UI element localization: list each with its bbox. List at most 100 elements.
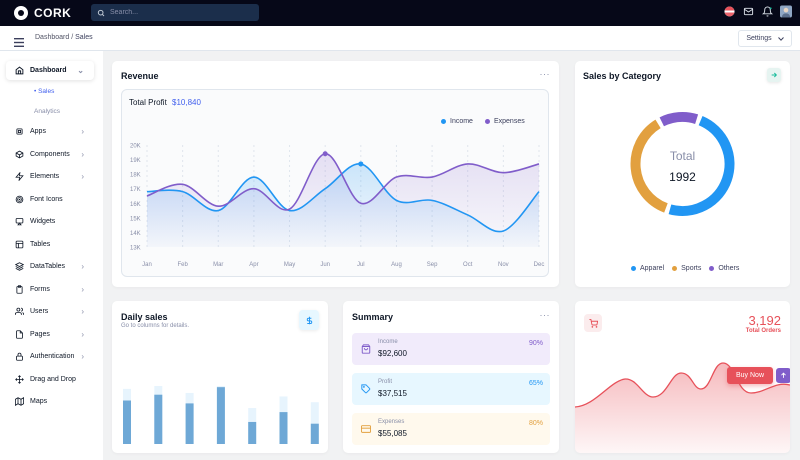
bar[interactable]	[123, 400, 131, 445]
daily-sales-card: Daily sales Go to columns for details.	[112, 301, 328, 453]
summary-value: $37,515	[378, 389, 407, 398]
y-tick-label: 13K	[130, 246, 141, 252]
search-input[interactable]	[110, 9, 250, 16]
x-tick-label: Oct	[463, 262, 473, 268]
x-tick-label: Feb	[177, 262, 188, 268]
sidebar-item-label: Components	[30, 150, 70, 158]
sidebar-item-forms[interactable]: Forms ›	[6, 280, 94, 299]
bar[interactable]	[279, 412, 288, 444]
chevron-right-icon: ›	[81, 172, 84, 181]
bar[interactable]	[185, 403, 194, 444]
chevron-right-icon: ›	[81, 262, 84, 271]
sidebar-item-label: Tables	[30, 240, 51, 248]
x-tick-label: Mar	[213, 262, 223, 268]
bar[interactable]	[216, 387, 225, 444]
chevron-right-icon: ›	[81, 352, 84, 361]
total-orders-card: 3,192 Total Orders Buy Now	[575, 301, 790, 453]
sidebar-item-label: Apps	[30, 128, 46, 135]
arrow-up-icon[interactable]	[776, 368, 790, 383]
more-options-icon[interactable]: ···	[540, 69, 551, 79]
chevron-right-icon: ›	[81, 149, 84, 159]
bar[interactable]	[154, 394, 163, 444]
summary-row-expenses: Expenses $55,085 80%	[352, 413, 550, 445]
donut-center-label: Total	[669, 149, 696, 163]
user-avatar[interactable]	[780, 5, 792, 17]
sidebar-item-users[interactable]: Users ›	[6, 302, 94, 321]
y-tick-label: 19K	[130, 158, 141, 164]
sidebar-item-elements[interactable]: Elements ›	[6, 167, 94, 186]
more-options-icon[interactable]: ···	[540, 310, 551, 320]
chevron-down-icon	[777, 36, 784, 41]
sidebar-item-label: Users	[30, 308, 49, 315]
breadcrumb-separator: /	[71, 34, 74, 41]
legend-others[interactable]: Others	[709, 265, 739, 272]
legend-label: Others	[718, 265, 740, 272]
donut-slice-others[interactable]	[659, 112, 699, 127]
x-tick-label: Apr	[249, 262, 258, 268]
summary-label: Income	[378, 339, 398, 345]
sidebar-subitem-label: Sales	[38, 88, 55, 95]
breadcrumb-parent[interactable]: Dashboard	[35, 34, 69, 41]
expenses-marker[interactable]	[322, 151, 328, 157]
chevron-right-icon: ›	[81, 329, 84, 339]
brand-logo[interactable]: CORK	[14, 6, 71, 20]
sidebar-item-authentication[interactable]: Authentication ›	[6, 347, 94, 366]
shopping-bag-icon	[361, 344, 371, 354]
map-icon	[15, 397, 24, 406]
x-tick-label: Dec	[534, 262, 545, 268]
sales-category-legend: Apparel Sports Others	[631, 265, 739, 272]
donut-slice-apparel[interactable]	[668, 116, 735, 216]
language-flag-icon[interactable]	[723, 5, 735, 17]
donut-slice-sports[interactable]	[630, 119, 668, 213]
sidebar-subitem-sales[interactable]: • Sales	[34, 88, 54, 95]
sidebar-item-tables[interactable]: Tables	[6, 235, 94, 254]
sidebar-item-datatables[interactable]: DataTables ›	[6, 257, 94, 276]
chevron-down-icon: ⌄	[77, 66, 84, 75]
summary-percent: 65%	[528, 380, 543, 387]
x-tick-label: Jan	[142, 262, 152, 268]
legend-sports[interactable]: Sports	[672, 265, 701, 272]
sidebar-item-dashboard[interactable]: Dashboard ⌄	[6, 61, 94, 80]
bar[interactable]	[248, 421, 257, 444]
sidebar-item-components[interactable]: Components ›	[6, 145, 94, 164]
summary-row-income: Income $92,600 90%	[352, 333, 550, 365]
sidebar-item-drag-and-drop[interactable]: Drag and Drop	[6, 370, 94, 389]
notification-bell-icon[interactable]	[761, 5, 773, 17]
sidebar-item-font-icons[interactable]: Font Icons	[6, 190, 94, 209]
revenue-chart-panel: Total Profit $10,840 Income Expenses 13K…	[121, 89, 549, 277]
revenue-line-chart[interactable]: 13K 14K 15K 16K 17K 18K 19K 20K Jan Feb Mar Apr May J…	[122, 90, 550, 278]
income-marker[interactable]	[358, 161, 364, 167]
sidebar-subitem-analytics[interactable]: Analytics	[34, 108, 60, 115]
search-bar[interactable]	[91, 4, 259, 21]
summary-title: Summary	[352, 312, 394, 322]
breadcrumb-bar: Dashboard / Sales Settings	[0, 26, 800, 51]
sidebar-item-label: Forms	[30, 285, 50, 293]
clipboard-icon	[15, 284, 24, 294]
cpu-icon	[15, 127, 24, 136]
menu-toggle-icon[interactable]	[14, 34, 24, 52]
y-tick-label: 14K	[130, 231, 141, 237]
mail-icon[interactable]	[742, 5, 754, 17]
top-navbar: CORK	[0, 0, 800, 26]
revenue-title: Revenue	[121, 71, 159, 81]
summary-label: Profit	[378, 379, 393, 385]
buy-now-button[interactable]: Buy Now	[727, 367, 773, 384]
daily-sales-bar-chart[interactable]	[112, 301, 328, 453]
settings-dropdown[interactable]: Settings	[738, 30, 792, 47]
sidebar-item-apps[interactable]: Apps ›	[6, 122, 94, 141]
sidebar-item-label: Authentication	[30, 353, 75, 360]
sidebar-item-maps[interactable]: Maps	[6, 392, 94, 411]
bar[interactable]	[310, 423, 319, 444]
legend-apparel[interactable]: Apparel	[631, 265, 664, 272]
cork-logo-icon	[14, 6, 28, 20]
sidebar-item-label: Widgets	[30, 218, 56, 225]
file-icon	[15, 329, 24, 339]
tag-icon	[361, 384, 371, 394]
sidebar-item-widgets[interactable]: Widgets	[6, 212, 94, 231]
sidebar-item-label: Elements	[30, 173, 60, 180]
x-tick-label: May	[284, 262, 295, 268]
sidebar-item-pages[interactable]: Pages ›	[6, 325, 94, 344]
sidebar-item-label: Drag and Drop	[30, 375, 76, 383]
breadcrumb-current: Sales	[75, 34, 93, 41]
box-icon	[15, 150, 24, 159]
